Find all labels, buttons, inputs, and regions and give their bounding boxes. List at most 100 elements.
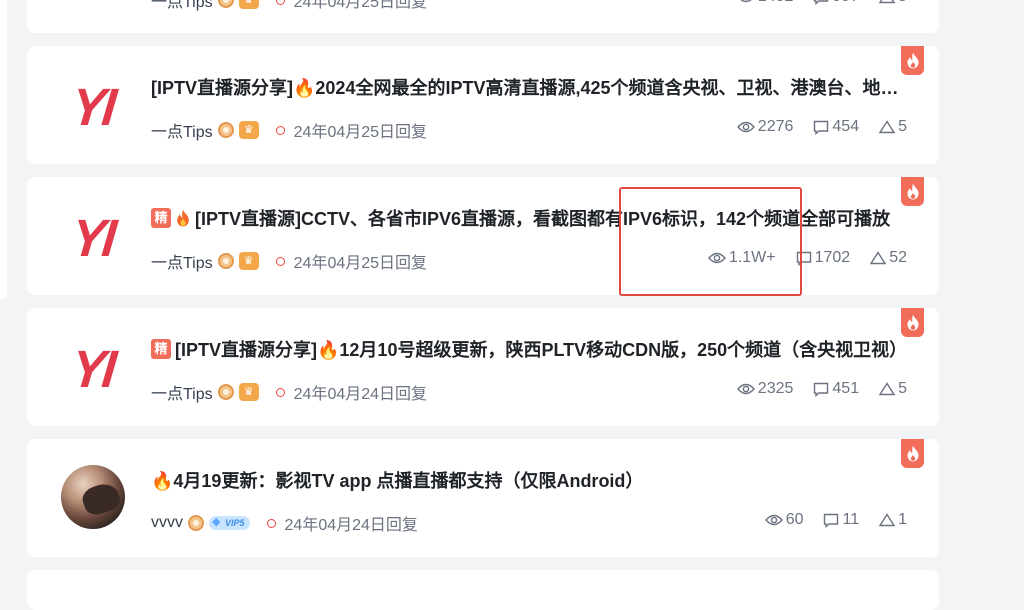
post-title-text[interactable]: 🔥4月19更新：影视TV app 点播直播都支持（仅限Android）	[151, 467, 643, 493]
featured-badge: 精	[151, 208, 171, 228]
avatar[interactable]: YI	[63, 339, 123, 399]
eye-icon	[764, 514, 783, 526]
comments-stat: 11	[823, 511, 859, 529]
views-count: 2276	[757, 118, 794, 135]
likes-count: 52	[889, 249, 907, 266]
annotation-highlight-box	[619, 187, 802, 296]
comments-count: 997	[832, 0, 859, 6]
featured-badge: 精	[151, 339, 171, 359]
comment-icon	[814, 382, 829, 397]
crown-icon: ♛	[238, 383, 259, 401]
fire-icon	[907, 314, 918, 331]
eye-icon	[736, 383, 755, 395]
fire-icon	[907, 183, 918, 200]
triangle-up-icon	[870, 251, 887, 265]
post-author[interactable]: 一点Tips	[151, 249, 213, 273]
likes-count: 5	[898, 380, 907, 397]
likes-count: 1	[898, 511, 907, 528]
post-author[interactable]: vvvv	[151, 514, 183, 532]
avatar[interactable]: YI	[63, 208, 123, 268]
post-card[interactable]: YI 精 [IPTV直播源分享]🔥12月10号超级更新，陕西PLTV移动CDN版…	[27, 308, 939, 426]
reply-dot-icon	[275, 125, 285, 135]
post-date: 24年04月24日回复	[293, 386, 428, 403]
post-stats: 2276 454 5	[736, 118, 907, 136]
reply-dot-icon	[275, 0, 285, 5]
triangle-up-icon	[879, 382, 896, 396]
reply-dot-icon	[275, 387, 285, 397]
medal-icon	[217, 122, 234, 138]
post-stats: 2325 451 5	[736, 380, 907, 398]
triangle-up-icon	[879, 0, 896, 4]
medal-icon	[217, 384, 234, 400]
comments-stat: 451	[813, 380, 859, 398]
eye-icon	[740, 0, 752, 3]
views-stat: 2276	[736, 118, 794, 136]
avatar[interactable]	[61, 465, 125, 529]
views-stat: 60	[764, 511, 804, 529]
hot-tag	[901, 177, 924, 206]
avatar-logo-text: YI	[69, 77, 117, 137]
post-date: 24年04月25日回复	[293, 255, 428, 272]
post-author[interactable]: 一点Tips	[151, 380, 213, 404]
post-card[interactable]	[27, 570, 939, 610]
comments-stat: 997	[813, 0, 859, 6]
reply-dot-icon	[266, 518, 276, 528]
post-author[interactable]: 一点Tips	[151, 0, 213, 12]
post-title[interactable]: [IPTV直播源分享]🔥2024全网最全的IPTV高清直播源,425个频道含央视…	[151, 74, 911, 100]
comments-count: 11	[842, 511, 860, 528]
medal-icon	[217, 253, 234, 269]
triangle-up-icon	[879, 513, 896, 527]
post-date: 24年04月25日回复	[293, 124, 428, 141]
likes-count: 5	[898, 0, 907, 6]
comments-count: 1702	[814, 249, 851, 266]
fire-icon	[907, 445, 918, 462]
vip-badge: VIP5	[209, 515, 250, 530]
post-card[interactable]: 🔥4月19更新：影视TV app 点播直播都支持（仅限Android） vvvv…	[27, 439, 939, 557]
post-meta: 一点Tips ♛ 24年04月25日回复	[151, 249, 427, 273]
avatar-logo-text: YI	[69, 339, 117, 399]
comment-icon	[814, 120, 829, 135]
likes-count: 5	[898, 118, 907, 135]
post-meta: 一点Tips ♛ 24年04月25日回复	[151, 118, 427, 142]
crown-icon: ♛	[238, 121, 259, 139]
left-panel	[0, 0, 7, 300]
likes-stat: 52	[870, 249, 907, 267]
medal-icon	[217, 0, 234, 8]
fire-icon	[907, 52, 918, 69]
reply-dot-icon	[275, 256, 285, 266]
post-author[interactable]: 一点Tips	[151, 118, 213, 142]
post-stats: 60 11 1	[764, 511, 907, 529]
post-title-text[interactable]: [IPTV直播源分享]🔥12月10号超级更新，陕西PLTV移动CDN版，250个…	[175, 336, 907, 362]
fire-emoji-icon	[177, 209, 189, 227]
post-date: 24年04月24日回复	[284, 517, 418, 534]
comment-icon	[824, 513, 839, 528]
likes-stat: 5	[879, 118, 907, 136]
comments-count: 454	[832, 118, 860, 135]
comments-count: 451	[832, 380, 860, 397]
views-stat: 2325	[736, 380, 794, 398]
crown-icon: ♛	[238, 0, 259, 9]
avatar[interactable]: YI	[63, 77, 123, 137]
likes-stat: 5	[879, 380, 907, 398]
hot-tag	[901, 308, 924, 337]
comments-stat: 1702	[796, 249, 851, 267]
avatar-logo-text: YI	[69, 208, 117, 268]
post-title[interactable]: 🔥4月19更新：影视TV app 点播直播都支持（仅限Android）	[151, 467, 911, 493]
hot-tag	[901, 46, 924, 75]
post-date: 24年04月25日回复	[293, 0, 428, 11]
post-title[interactable]: 精 [IPTV直播源分享]🔥12月10号超级更新，陕西PLTV移动CDN版，25…	[151, 336, 911, 362]
post-card[interactable]: 一点Tips ♛ 24年04月25日回复 1482 997 5	[27, 0, 939, 33]
likes-stat: 1	[879, 511, 907, 529]
post-stats: 1482 997 5	[737, 0, 907, 6]
views-count: 1482	[758, 0, 794, 6]
post-card[interactable]: YI 精 [IPTV直播源]CCTV、各省市IPV6直播源，看截图都有IPV6标…	[27, 177, 939, 295]
triangle-up-icon	[879, 120, 896, 134]
post-card[interactable]: YI [IPTV直播源分享]🔥2024全网最全的IPTV高清直播源,425个频道…	[27, 46, 939, 164]
views-count: 60	[785, 511, 804, 528]
views-count: 2325	[757, 380, 794, 397]
comments-stat: 454	[813, 118, 859, 136]
post-meta: vvvv VIP5 24年04月24日回复	[151, 511, 418, 535]
crown-icon: ♛	[238, 252, 259, 270]
post-title-text[interactable]: [IPTV直播源分享]🔥2024全网最全的IPTV高清直播源,425个频道含央视…	[151, 74, 911, 100]
likes-stat: 5	[879, 0, 907, 6]
